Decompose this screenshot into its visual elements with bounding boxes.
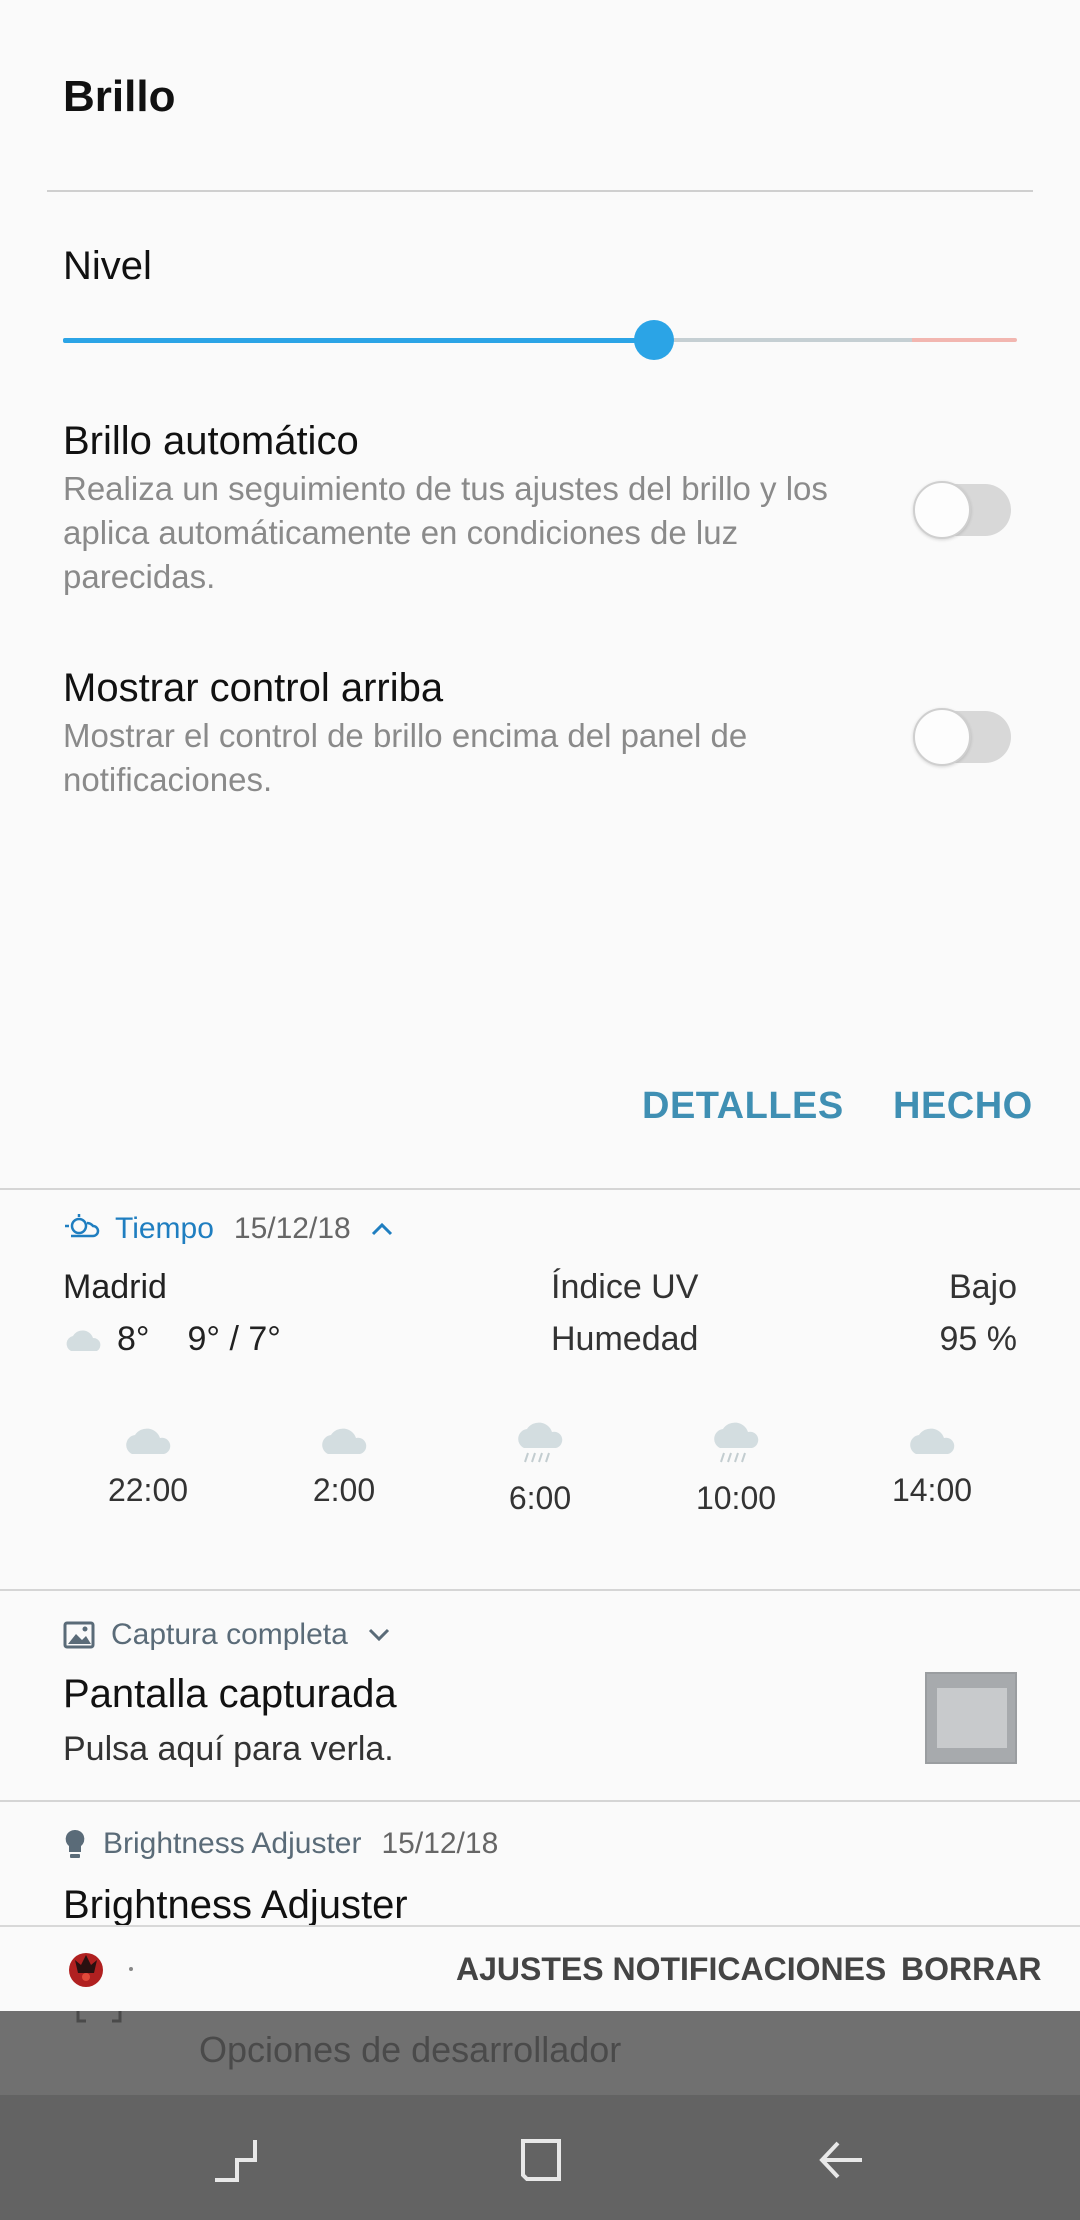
show-control-top-desc: Mostrar el control de brillo encima del … [63,717,748,798]
thumbnail-content [937,1688,1007,1748]
indicator-dot [129,1967,133,1971]
forecast-item: 14:00 [857,1422,1007,1517]
rain-cloud-icon [710,1422,762,1466]
adjuster-date: 15/12/18 [381,1827,499,1860]
uv-value: Bajo [948,1268,1017,1306]
forecast-item: 10:00 [661,1422,811,1517]
done-button[interactable]: HECHO [893,1085,1033,1128]
capture-header: Captura completa [63,1618,390,1652]
forecast-item: 2:00 [269,1422,419,1517]
notification-settings-button[interactable]: AJUSTES NOTIFICACIONES [456,1951,886,1988]
temp-range: 9° / 7° [187,1320,281,1358]
weather-date: 15/12/18 [233,1212,351,1245]
chevron-up-icon[interactable] [371,1222,393,1236]
weather-temps: 8° 9° / 7° [63,1320,281,1359]
auto-brightness-toggle[interactable] [913,481,1011,539]
title-divider [47,190,1033,192]
forecast-time: 2:00 [312,1472,376,1508]
developer-options-icon [76,2011,122,2025]
uv-label: Índice UV [551,1268,699,1306]
brightness-adjuster-notification[interactable]: Brightness Adjuster 15/12/18 Brightness … [0,1803,1080,1925]
developer-options-label: Opciones de desarrollador [199,2029,622,2070]
level-label: Nivel [63,244,152,288]
forecast-time: 22:00 [107,1472,189,1508]
auto-brightness-row[interactable]: Brillo automático Realiza un seguimiento… [63,415,1017,599]
hourly-forecast: 22:00 2:00 6:00 10:00 14:00 [63,1422,1017,1517]
cloud-icon [318,1422,370,1458]
background-settings: Opciones de desarrollador [0,2011,1080,2095]
rain-cloud-icon [514,1422,566,1466]
weather-notification[interactable]: Tiempo 15/12/18 Madrid 8° 9° / 7° Índice… [0,1190,1080,1588]
forecast-time: 10:00 [695,1480,777,1516]
capture-app-name: Captura completa [111,1618,348,1651]
forecast-time: 14:00 [891,1472,973,1508]
auto-brightness-title: Brillo automático [63,419,359,463]
show-control-top-row[interactable]: Mostrar control arriba Mostrar el contro… [63,662,1017,802]
forecast-item: 22:00 [73,1422,223,1517]
humidity-value: 95 % [939,1320,1018,1358]
slider-fill [63,338,655,343]
humidity-label: Humedad [551,1320,699,1358]
brightness-panel: Brillo Nivel Brillo automático Realiza u… [0,0,1080,1188]
brightness-slider[interactable] [63,318,1017,362]
capture-text: Pulsa aquí para verla. [63,1730,394,1768]
image-icon [63,1621,95,1649]
toggle-knob [913,481,971,539]
recent-apps-icon [215,2140,257,2182]
capture-title: Pantalla capturada [63,1672,397,1716]
back-arrow-icon [819,2141,862,2179]
navigation-bar [0,2095,1080,2220]
show-control-top-title: Mostrar control arriba [63,666,444,710]
bulb-icon [63,1828,87,1860]
divider [0,1589,1080,1591]
weather-icon [63,1214,101,1244]
forecast-item: 6:00 [465,1422,615,1517]
notification-bottom-bar: AJUSTES NOTIFICACIONES BORRAR [0,1925,1080,2011]
chevron-down-icon[interactable] [368,1628,390,1642]
panel-title: Brillo [63,72,176,121]
toggle-knob [913,708,971,766]
weather-header: Tiempo 15/12/18 [63,1212,393,1246]
slider-thumb[interactable] [634,320,675,360]
weather-app-name: Tiempo [115,1212,214,1245]
back-button[interactable] [806,2125,876,2195]
cloud-icon [906,1422,958,1458]
recent-apps-button[interactable] [200,2125,270,2195]
adjuster-header: Brightness Adjuster 15/12/18 [63,1827,498,1861]
adjuster-app-name: Brightness Adjuster [103,1827,362,1860]
details-button[interactable]: DETALLES [642,1085,844,1128]
show-control-top-toggle[interactable] [913,708,1011,766]
home-icon [521,2139,561,2181]
auto-brightness-desc: Realiza un seguimiento de tus ajustes de… [63,470,828,595]
app-logo-icon [66,1949,106,1989]
cloud-icon [63,1327,105,1353]
screenshot-notification[interactable]: Captura completa Pantalla capturada Puls… [0,1592,1080,1800]
weather-city: Madrid [63,1268,167,1306]
screenshot-thumbnail[interactable] [925,1672,1017,1764]
home-button[interactable] [505,2125,575,2195]
forecast-time: 6:00 [508,1480,572,1516]
divider [0,1800,1080,1802]
cloud-icon [122,1422,174,1458]
clear-button[interactable]: BORRAR [901,1951,1041,1988]
adjuster-title: Brightness Adjuster [63,1883,408,1925]
current-temp: 8° [117,1320,150,1358]
